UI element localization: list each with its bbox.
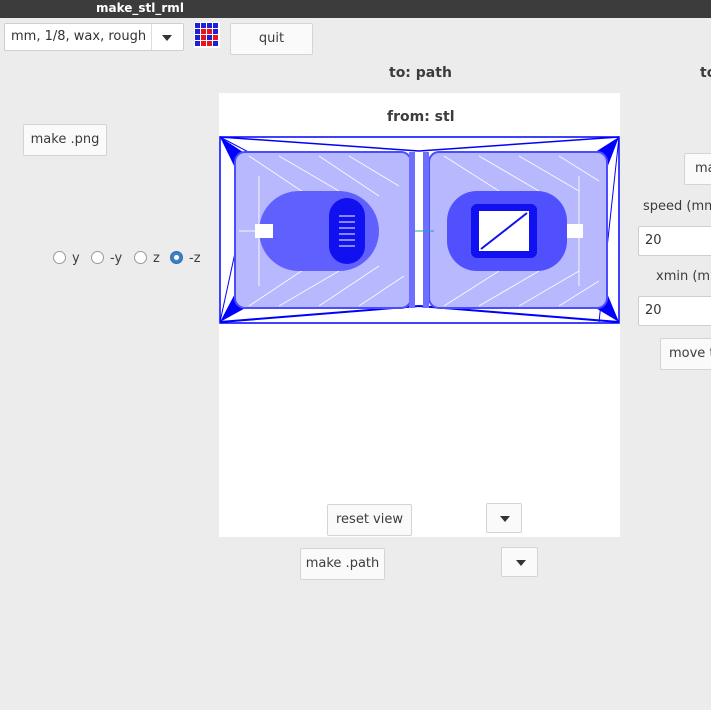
make-path-button[interactable]: make .path: [300, 548, 385, 580]
xmin-input[interactable]: 20: [638, 296, 711, 326]
xmin-value: 20: [645, 303, 662, 318]
speed-label: speed (mm: [643, 199, 711, 214]
radio-neg-y-label: -y: [110, 251, 123, 266]
make-rml-label: ma: [695, 161, 711, 176]
reset-view-label: reset view: [336, 512, 403, 527]
move-button[interactable]: move t: [660, 338, 711, 370]
title-bar: make_stl_rml: [0, 0, 711, 18]
stl-mesh-view[interactable]: [219, 136, 620, 324]
make-path-label: make .path: [305, 556, 380, 571]
quit-button[interactable]: quit: [230, 23, 313, 55]
process-select-divider: [151, 24, 152, 50]
make-png-label: make .png: [30, 132, 100, 147]
to-heading: to: [700, 65, 711, 81]
chevron-down-icon: [516, 560, 526, 566]
reset-view-button[interactable]: reset view: [327, 504, 412, 536]
app-logo-icon: [194, 22, 220, 48]
chevron-down-icon: [162, 35, 172, 41]
view-options-dropdown[interactable]: [486, 503, 522, 533]
radio-neg-y[interactable]: [91, 251, 104, 264]
quit-button-label: quit: [258, 31, 285, 46]
xmin-label: xmin (mn: [656, 269, 711, 284]
radio-y-label: y: [72, 251, 80, 266]
window-title: make_stl_rml: [96, 1, 184, 15]
radio-neg-z-label: -z: [189, 251, 201, 266]
chevron-down-icon: [500, 516, 510, 522]
radio-z-label: z: [153, 251, 160, 266]
radio-neg-z[interactable]: [170, 251, 183, 264]
make-png-button[interactable]: make .png: [23, 124, 107, 156]
move-button-label: move t: [669, 346, 711, 361]
process-select-value: mm, 1/8, wax, rough: [11, 29, 147, 44]
make-rml-button[interactable]: ma: [684, 153, 711, 185]
speed-input[interactable]: 20: [638, 226, 711, 256]
process-select[interactable]: mm, 1/8, wax, rough: [4, 23, 184, 51]
radio-y[interactable]: [53, 251, 66, 264]
radio-z[interactable]: [134, 251, 147, 264]
speed-value: 20: [645, 233, 662, 248]
to-path-heading: to: path: [389, 65, 452, 81]
from-stl-heading: from: stl: [387, 109, 455, 125]
path-options-dropdown[interactable]: [501, 547, 538, 577]
